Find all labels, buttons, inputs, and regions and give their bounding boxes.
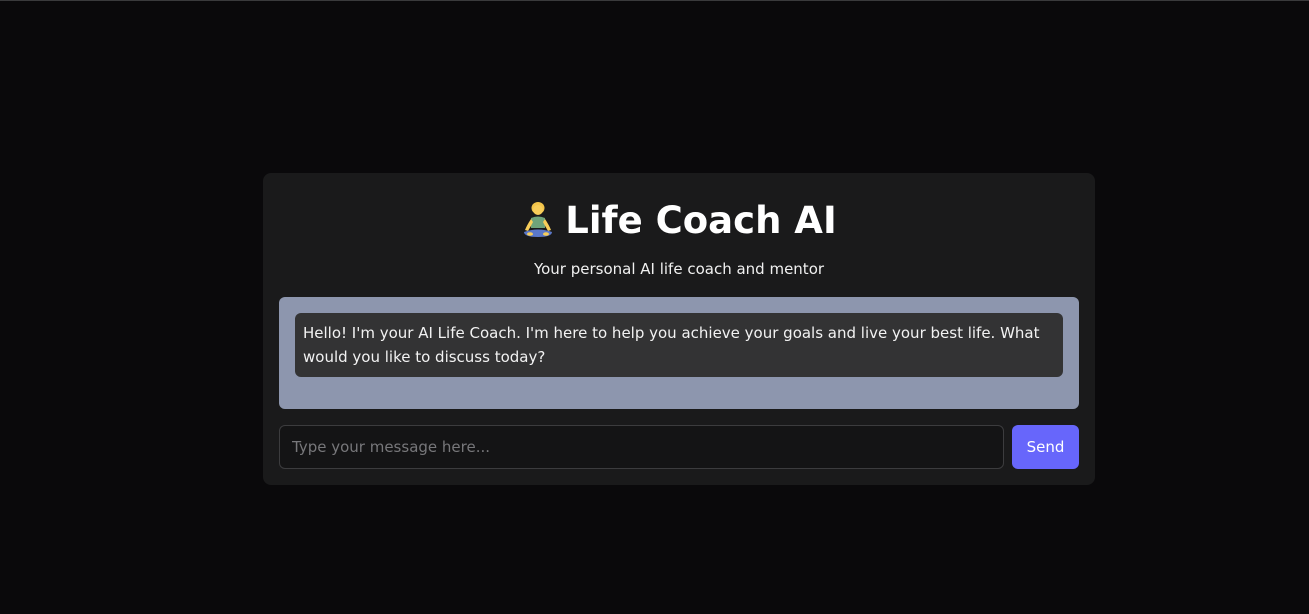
- person-in-lotus-position-icon: [521, 199, 555, 243]
- window-top-border: [0, 0, 1309, 1]
- message-input[interactable]: [279, 425, 1004, 469]
- page-subtitle: Your personal AI life coach and mentor: [533, 260, 825, 278]
- page-title: Life Coach AI: [565, 199, 837, 242]
- message-composer: Send: [279, 425, 1079, 469]
- page-header: Life Coach AI: [263, 197, 1095, 245]
- send-button[interactable]: Send: [1012, 425, 1079, 469]
- assistant-message: Hello! I'm your AI Life Coach. I'm here …: [295, 313, 1063, 377]
- chat-messages-area[interactable]: Hello! I'm your AI Life Coach. I'm here …: [279, 297, 1079, 409]
- chat-card: Life Coach AI Your personal AI life coac…: [263, 173, 1095, 485]
